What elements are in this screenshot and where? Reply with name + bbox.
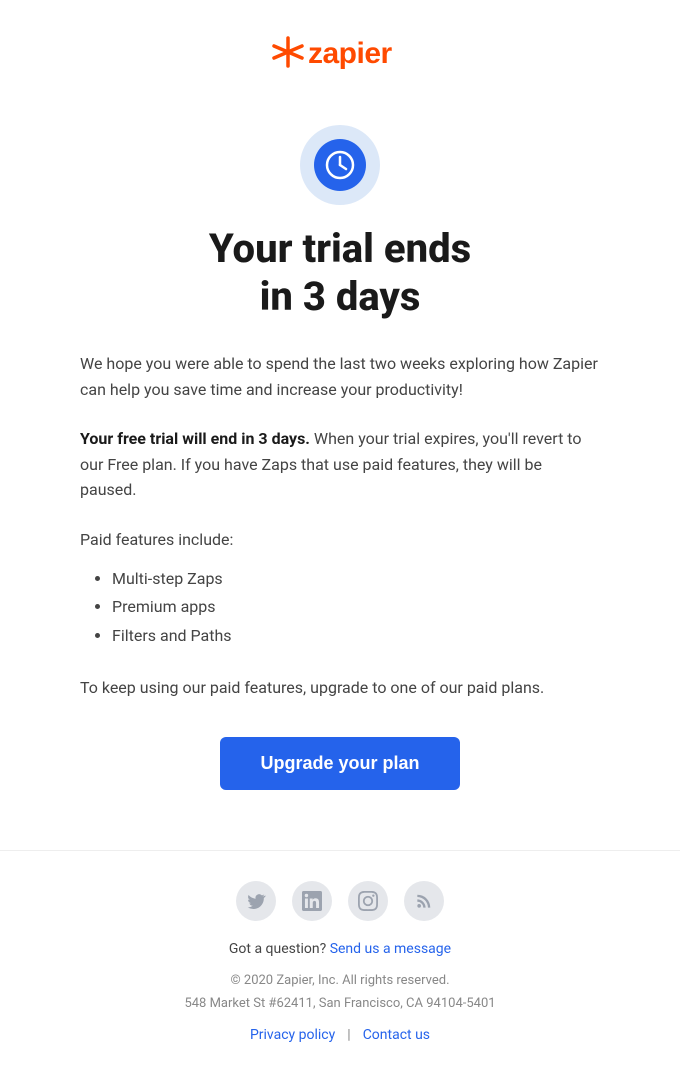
headline-line2: in 3 days: [260, 273, 421, 320]
clock-icon-area: [300, 95, 380, 225]
zapier-logo-svg: zapier: [270, 30, 410, 75]
headline-line1: Your trial ends: [209, 225, 471, 272]
send-message-link[interactable]: Send us a message: [330, 941, 451, 957]
trial-warning-bold: Your free trial will end in 3 days.: [80, 429, 310, 448]
email-container: zapier Your trial ends in 3 days We hope…: [0, 0, 680, 1083]
question-text: Got a question?: [229, 941, 326, 957]
linkedin-icon[interactable]: [292, 881, 332, 921]
upgrade-prompt: To keep using our paid features, upgrade…: [80, 675, 600, 701]
instagram-icon[interactable]: [348, 881, 388, 921]
question-line: Got a question? Send us a message: [229, 941, 451, 957]
footer-divider: |: [347, 1027, 350, 1043]
headline: Your trial ends in 3 days: [80, 225, 600, 321]
list-item: Multi-step Zaps: [112, 565, 600, 594]
social-icons: [236, 881, 444, 921]
zapier-logo: zapier: [270, 30, 410, 75]
rss-icon[interactable]: [404, 881, 444, 921]
features-list: Multi-step Zaps Premium apps Filters and…: [80, 565, 600, 651]
contact-us-link[interactable]: Contact us: [363, 1027, 430, 1043]
svg-text:zapier: zapier: [308, 37, 393, 70]
upgrade-button[interactable]: Upgrade your plan: [220, 737, 459, 790]
twitter-icon[interactable]: [236, 881, 276, 921]
footer-links: Privacy policy | Contact us: [250, 1027, 430, 1043]
address: 548 Market St #62411, San Francisco, CA …: [184, 992, 495, 1015]
clock-inner-circle: [314, 139, 366, 191]
main-content: Your trial ends in 3 days We hope you we…: [40, 225, 640, 850]
footer: Got a question? Send us a message © 2020…: [0, 850, 680, 1083]
paid-features-label: Paid features include:: [80, 527, 600, 553]
copyright: © 2020 Zapier, Inc. All rights reserved.…: [184, 969, 495, 1016]
clock-outer-circle: [300, 125, 380, 205]
copyright-text: © 2020 Zapier, Inc. All rights reserved.: [184, 969, 495, 992]
privacy-policy-link[interactable]: Privacy policy: [250, 1027, 335, 1043]
list-item: Filters and Paths: [112, 622, 600, 651]
clock-icon: [324, 149, 356, 181]
trial-warning: Your free trial will end in 3 days. When…: [80, 426, 600, 503]
list-item: Premium apps: [112, 593, 600, 622]
intro-paragraph: We hope you were able to spend the last …: [80, 351, 600, 402]
logo-container: zapier: [270, 30, 410, 75]
header: zapier: [0, 0, 680, 95]
btn-container: Upgrade your plan: [80, 737, 600, 790]
